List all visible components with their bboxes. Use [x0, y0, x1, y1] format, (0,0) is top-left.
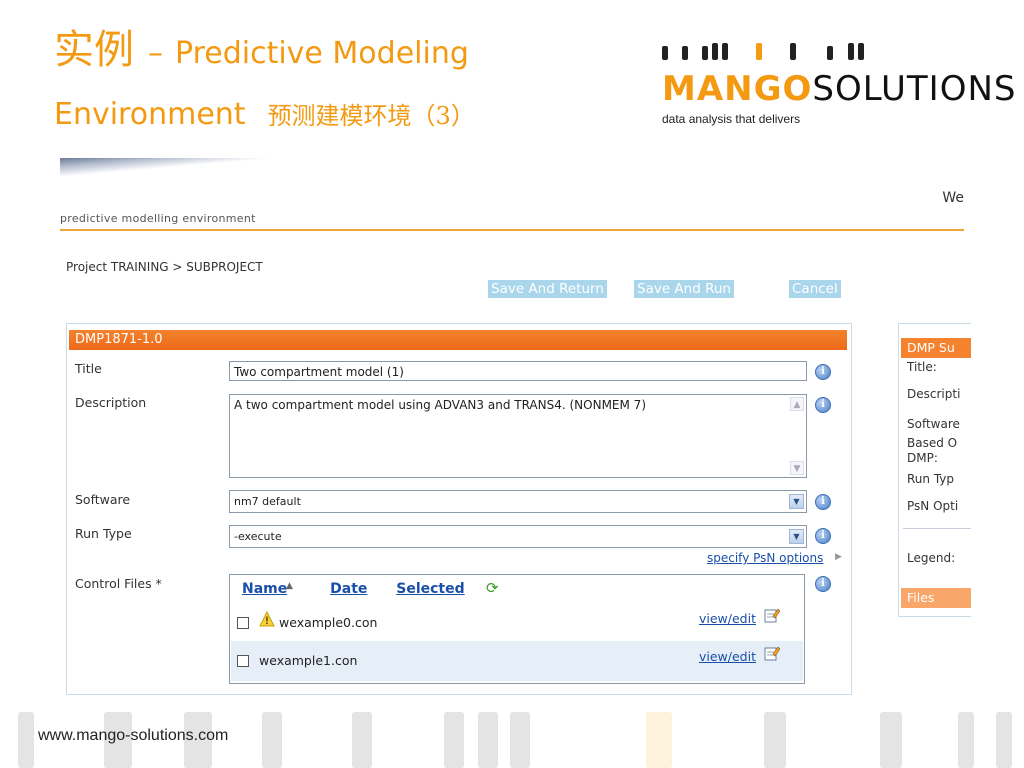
title-label: Title	[75, 361, 102, 376]
slide-title-cn: 实例	[54, 27, 134, 73]
control-files-label: Control Files *	[75, 576, 162, 591]
view-edit-link[interactable]: view/edit	[699, 649, 756, 664]
summary-based-on-label: Based O	[907, 436, 958, 450]
refresh-icon[interactable]: ⟳	[486, 579, 499, 597]
title-input[interactable]: Two compartment model (1)	[229, 361, 807, 381]
summary-legend-label: Legend:	[907, 551, 956, 565]
logo-tagline: data analysis that delivers	[662, 112, 801, 126]
view-edit-link[interactable]: view/edit	[699, 611, 756, 626]
header-swoosh-graphic	[60, 158, 290, 180]
file-name: wexample1.con	[259, 653, 358, 668]
panel-header: DMP1871-1.0	[69, 330, 847, 350]
slide-title-en: Predictive Modeling	[175, 36, 469, 71]
expand-arrow-icon[interactable]: ▶	[835, 552, 842, 562]
app-screenshot: We predictive modelling environment Proj…	[60, 158, 971, 698]
slide-title-line1: 实例 – Predictive Modeling	[54, 30, 469, 70]
runtype-label: Run Type	[75, 526, 132, 541]
save-and-return-button[interactable]: Save And Return	[488, 280, 607, 298]
description-label: Description	[75, 395, 147, 410]
files-table-header: Name Date Selected	[242, 581, 465, 597]
slide-title-cn-2: 预测建模环境（3）	[267, 102, 475, 130]
footer-bar	[444, 712, 464, 768]
description-text: A two compartment model using ADVAN3 and…	[234, 398, 646, 412]
software-info-icon[interactable]: i	[815, 494, 831, 510]
sort-ascending-icon[interactable]: ▲	[286, 581, 293, 591]
footer-bar	[510, 712, 530, 768]
cancel-button[interactable]: Cancel	[789, 280, 841, 298]
summary-software-label: Software	[907, 417, 960, 431]
dmp-edit-panel: DMP1871-1.0 Title Two compartment model …	[66, 323, 852, 695]
mango-solutions-logo: MANGOSOLUTIONS data analysis that delive…	[662, 40, 1015, 130]
footer-bar	[478, 712, 498, 768]
footer-bar	[646, 712, 672, 768]
footer-bar	[352, 712, 372, 768]
footer-bar	[958, 712, 974, 768]
summary-description-label: Descripti	[907, 387, 961, 401]
footer-bar	[880, 712, 902, 768]
file-name: wexample0.con	[279, 615, 378, 630]
control-files-info-icon[interactable]: i	[815, 576, 831, 592]
logo-wordmark: MANGOSOLUTIONS	[662, 69, 1017, 109]
file-checkbox[interactable]	[237, 655, 249, 667]
edit-icon[interactable]	[764, 645, 780, 661]
breadcrumb: Project TRAINING > SUBPROJECT	[66, 260, 263, 274]
summary-runtype-label: Run Typ	[907, 472, 955, 486]
title-info-icon[interactable]: i	[815, 364, 831, 380]
description-textarea[interactable]: A two compartment model using ADVAN3 and…	[229, 394, 807, 478]
save-and-run-button[interactable]: Save And Run	[634, 280, 734, 298]
description-info-icon[interactable]: i	[815, 397, 831, 413]
footer-bar	[18, 712, 34, 768]
column-selected-header[interactable]: Selected	[396, 581, 464, 597]
summary-files-header[interactable]: Files	[901, 588, 971, 608]
table-row: wexample1.con view/edit	[231, 641, 803, 681]
footer-url: www.mango-solutions.com	[38, 727, 229, 744]
warning-icon	[259, 611, 275, 627]
app-name: predictive modelling environment	[60, 212, 256, 225]
chevron-down-icon[interactable]: ▼	[789, 529, 804, 544]
summary-divider	[903, 528, 971, 529]
chevron-down-icon[interactable]: ▼	[789, 494, 804, 509]
table-row: wexample0.con view/edit	[231, 603, 803, 643]
scroll-down-icon[interactable]: ▼	[790, 461, 804, 475]
file-checkbox[interactable]	[237, 617, 249, 629]
summary-psn-options-label: PsN Opti	[907, 499, 959, 513]
slide-title-line2: Environment 预测建模环境（3）	[54, 100, 475, 130]
control-files-table: Name Date Selected ▲ ⟳ wexample0.con vie…	[229, 574, 805, 684]
header-divider	[60, 229, 964, 231]
summary-title-label: Title:	[907, 360, 937, 374]
slide-title-dash: –	[148, 36, 163, 71]
slide-title-en-2: Environment	[54, 97, 246, 132]
footer-bar	[764, 712, 786, 768]
column-name-header[interactable]: Name	[242, 581, 287, 597]
runtype-select[interactable]: -execute ▼	[229, 525, 807, 548]
footer-bar	[996, 712, 1012, 768]
runtype-value: -execute	[234, 530, 282, 543]
scroll-up-icon[interactable]: ▲	[790, 397, 804, 411]
column-date-header[interactable]: Date	[330, 581, 367, 597]
dmp-summary-panel: DMP Su Title: Descripti Software Based O…	[898, 323, 971, 617]
specify-psn-options-link[interactable]: specify PsN options	[707, 551, 823, 565]
footer-bar	[262, 712, 282, 768]
software-value: nm7 default	[234, 495, 301, 508]
welcome-text: We	[942, 190, 964, 206]
summary-dmp-label: DMP:	[907, 451, 938, 465]
software-select[interactable]: nm7 default ▼	[229, 490, 807, 513]
edit-icon[interactable]	[764, 607, 780, 623]
summary-header: DMP Su	[901, 338, 971, 358]
logo-bars-graphic	[662, 40, 1002, 62]
software-label: Software	[75, 492, 131, 507]
runtype-info-icon[interactable]: i	[815, 528, 831, 544]
